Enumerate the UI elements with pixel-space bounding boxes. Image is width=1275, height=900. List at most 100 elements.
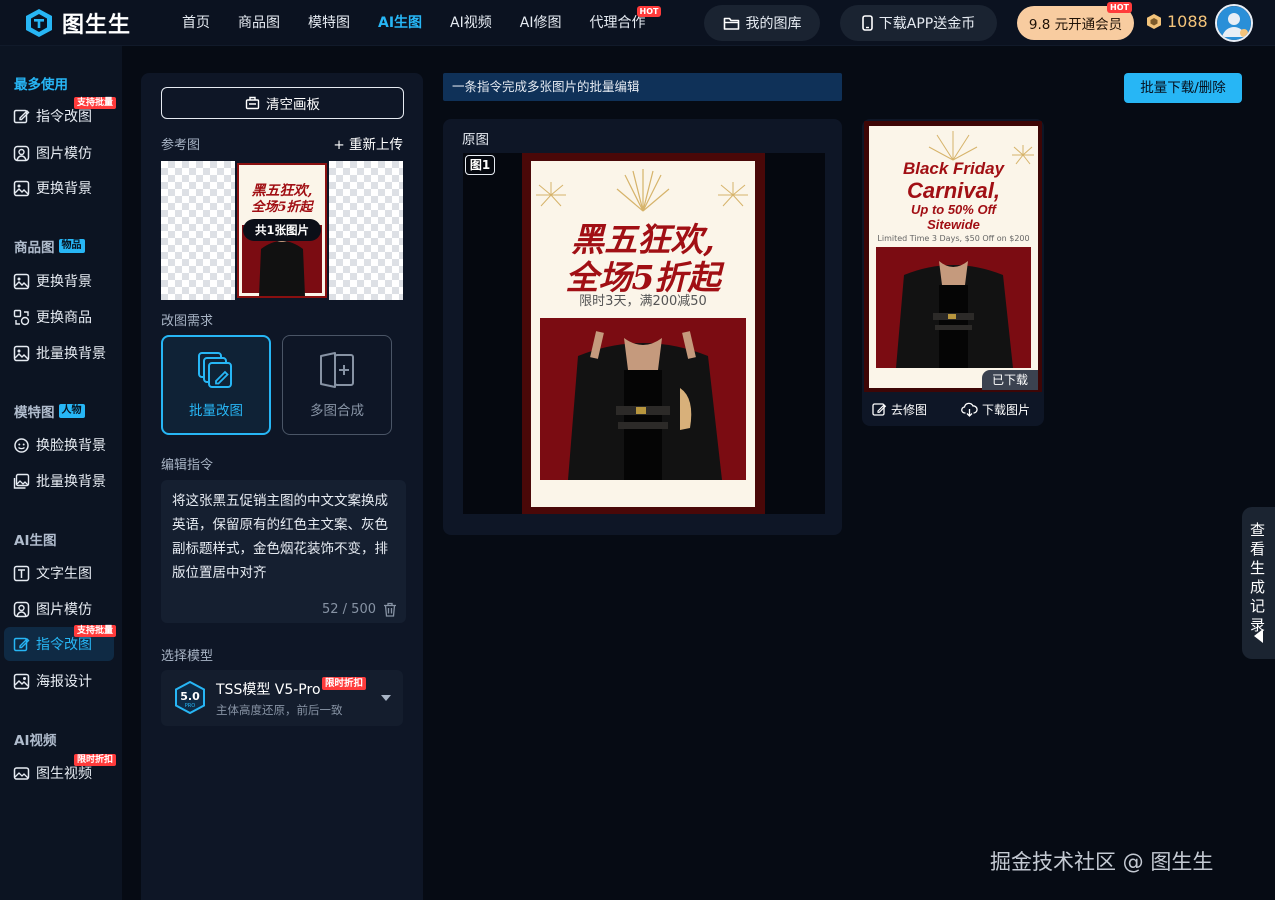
model-logo-version: 5.0 (180, 690, 200, 703)
view-history-tab[interactable]: 查看生成记录 (1242, 507, 1275, 659)
sidebar-item-label: 更换商品 (36, 310, 92, 326)
ref-placeholder-right (329, 161, 403, 300)
cloud-download-icon (961, 402, 978, 417)
user-avatar[interactable] (1215, 4, 1253, 42)
nav-product[interactable]: 商品图 (224, 0, 294, 46)
download-image-label: 下载图片 (982, 402, 1031, 417)
trash-icon[interactable] (383, 602, 397, 617)
mode-multi-label: 多图合成 (310, 403, 364, 419)
sidebar-item-label: 指令改图 (36, 109, 92, 125)
coin-icon (1147, 14, 1161, 29)
avatar-icon (1217, 6, 1251, 40)
instruction-text[interactable]: 将这张黑五促销主图的中文文案换成英语，保留原有的红色主文案、灰色副标题样式，金色… (172, 489, 397, 585)
folder-icon (723, 17, 739, 30)
mode-multi-merge[interactable]: 多图合成 (282, 335, 392, 435)
original-poster: 黑五狂欢, 全场5折起 限时3天，满200减50 (522, 153, 765, 514)
sidebar-item-text-to-image[interactable]: 文字生图 (4, 556, 114, 590)
svg-text:黑五狂欢,: 黑五狂欢, (252, 182, 313, 199)
model-select[interactable]: 5.0 PRO TSS模型 V5-Pro 限时折扣 主体高度还原，前后一致 (161, 670, 403, 726)
video-icon (13, 766, 30, 780)
sidebar-item-ai-imitate[interactable]: 图片模仿 (4, 592, 114, 626)
edit-icon (13, 109, 30, 123)
nav-ai-image-label: AI生图 (378, 15, 423, 31)
coin-balance[interactable]: 1088 (1146, 12, 1208, 31)
model-discount-badge: 限时折扣 (322, 677, 367, 690)
top-bar: 图生生 首页 商品图 模特图 AI生图 AI视频 AI修图 代理合作 HOT 我的… (0, 0, 1275, 46)
my-gallery-label: 我的图库 (745, 16, 802, 32)
face-icon (14, 437, 29, 453)
clear-canvas-button[interactable]: 清空画板 (161, 87, 404, 119)
nav-ai-video-label: AI视频 (450, 15, 492, 31)
nav-ai-retouch[interactable]: AI修图 (506, 0, 576, 46)
nav-model[interactable]: 模特图 (294, 0, 364, 46)
result-actions: 去修图 下载图片 (862, 396, 1044, 422)
nav-ai-video[interactable]: AI视频 (436, 0, 506, 46)
edit-icon (13, 637, 30, 651)
ref-placeholder-left (161, 161, 235, 300)
sidebar-item-face-swap[interactable]: 换脸换背景 (4, 428, 114, 462)
caret-left-icon (1254, 629, 1263, 643)
model-description: 主体高度还原，前后一致 (216, 703, 343, 717)
main-nav: 首页 商品图 模特图 AI生图 AI视频 AI修图 代理合作 HOT (168, 0, 662, 46)
sidebar-group-model: 模特图 人物 (14, 401, 85, 421)
sidebar-item-batch-change-bg[interactable]: 批量换背景 (4, 336, 114, 370)
edit-icon (872, 402, 887, 416)
original-image-card: 原图 黑五狂欢, 全场5折起 限时3天，满200减50 图1 (443, 119, 842, 535)
sidebar-item-image-imitate[interactable]: 图片模仿 (4, 136, 114, 170)
instruction-input[interactable]: 将这张黑五促销主图的中文文案换成英语，保留原有的红色主文案、灰色副标题样式，金色… (161, 480, 406, 623)
sidebar-item-model-batch-bg[interactable]: 批量换背景 (4, 464, 114, 498)
sidebar-item-label: 海报设计 (36, 674, 92, 690)
multi-merge-icon (320, 352, 354, 388)
sidebar-item-instruction-edit[interactable]: 指令改图 支持批量 (4, 97, 116, 133)
original-viewer[interactable]: 黑五狂欢, 全场5折起 限时3天，满200减50 图1 (463, 153, 825, 514)
firework-icon (616, 169, 670, 212)
result-headline-3: Up to 50% Off (911, 202, 996, 217)
sidebar-item-poster-design[interactable]: 海报设计 (4, 664, 114, 698)
sidebar-group-frequent: 最多使用 (14, 77, 68, 93)
reupload-button[interactable]: + 重新上传 (333, 133, 403, 153)
result-subtitle: Limited Time 3 Days, $50 Off on $200 (877, 234, 1030, 243)
sidebar-item-label: 批量换背景 (36, 346, 106, 362)
ref-image-strip[interactable]: 黑五狂欢, 全场5折起 共1张图片 (161, 161, 403, 300)
result-model-photo (876, 247, 1031, 368)
download-app-button[interactable]: 下载APP送金币 (840, 5, 997, 41)
sidebar-item-image-to-video[interactable]: 图生视频 限时折扣 (4, 754, 116, 790)
ref-count-chip: 共1张图片 (243, 219, 321, 241)
batch-download-delete-button[interactable]: 批量下载/删除 (1124, 73, 1242, 103)
nav-home-label: 首页 (182, 15, 210, 31)
model-tag: 人物 (58, 404, 85, 418)
clear-icon (245, 96, 260, 110)
logo-icon (26, 9, 52, 37)
mode-batch-edit[interactable]: 批量改图 (161, 335, 271, 435)
nav-home[interactable]: 首页 (168, 0, 224, 46)
vip-button[interactable]: 9.8 元开通会员 HOT (1017, 2, 1134, 40)
sidebar-group-label: 商品图 (14, 240, 55, 256)
poster-icon (13, 673, 30, 689)
watermark: 掘金技术社区 @ 图生生 (990, 850, 1214, 874)
phone-icon (861, 15, 873, 31)
batch-badge: 支持批量 (73, 97, 116, 109)
downloaded-badge: 已下载 (982, 370, 1038, 390)
sidebar-item-change-product[interactable]: 更换商品 (4, 300, 114, 334)
images-icon (13, 473, 30, 489)
my-gallery-button[interactable]: 我的图库 (704, 5, 820, 41)
chevron-down-icon[interactable] (381, 695, 391, 701)
brand-name: 图生生 (62, 13, 132, 38)
brand-logo[interactable]: 图生生 (24, 7, 131, 39)
svg-text:全场5折起: 全场5折起 (251, 199, 314, 215)
model-logo-sub: PRO (185, 703, 195, 709)
download-image-button[interactable]: 下载图片 (961, 401, 1030, 418)
result-image[interactable]: Black Friday Carnival, Up to 50% Off Sit… (864, 121, 1042, 392)
nav-agency[interactable]: 代理合作 HOT (575, 0, 662, 46)
retouch-button[interactable]: 去修图 (872, 401, 927, 418)
sidebar-item-product-change-bg[interactable]: 更换背景 (4, 264, 114, 298)
nav-ai-image[interactable]: AI生图 (364, 0, 436, 46)
coin-count: 1088 (1167, 12, 1208, 31)
sidebar-item-change-bg[interactable]: 更换背景 (4, 171, 114, 205)
char-counter: 52 / 500 (322, 602, 376, 617)
nav-ai-retouch-label: AI修图 (519, 15, 562, 31)
nav-agency-label: 代理合作 (589, 15, 646, 31)
sidebar-group-label: 模特图 (14, 405, 55, 421)
batch-badge: 支持批量 (73, 625, 116, 637)
sidebar-item-ai-instruction-edit[interactable]: 指令改图 支持批量 (4, 625, 116, 661)
